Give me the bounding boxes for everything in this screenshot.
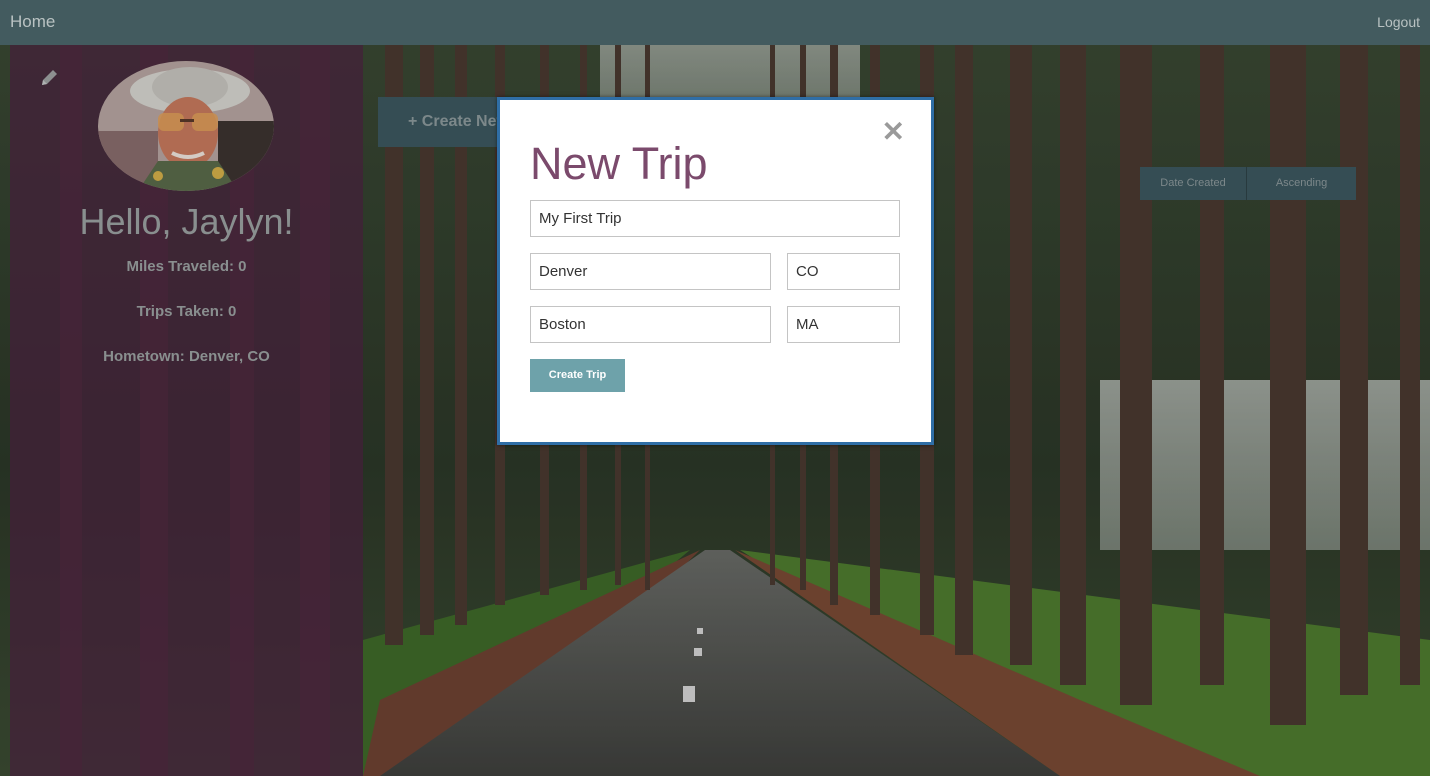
destination-state-input[interactable] [787,306,900,343]
destination-city-input[interactable] [530,306,771,343]
profile-greeting: Hello, Jaylyn! [79,201,294,242]
sort-controls: Date Created Ascending [1140,167,1356,200]
top-navbar: Home Logout [0,0,1430,45]
pencil-icon[interactable] [38,67,60,89]
trip-name-input[interactable] [530,200,900,237]
close-icon[interactable]: ✕ [882,118,905,146]
origin-state-input[interactable] [787,253,900,290]
stat-miles-traveled: Miles Traveled: 0 [126,258,247,275]
app-page: Home Logout Hello, Jaylyn! Miles Travele… [0,0,1430,776]
stat-trips-taken: Trips Taken: 0 [136,303,237,320]
sort-order-button[interactable]: Ascending [1247,167,1356,200]
origin-city-input[interactable] [530,253,771,290]
nav-home-link[interactable]: Home [10,12,55,32]
nav-logout-link[interactable]: Logout [1377,14,1420,30]
avatar [98,61,274,191]
stat-hometown: Hometown: Denver, CO [103,348,270,365]
create-trip-submit-button[interactable]: Create Trip [530,359,625,392]
new-trip-modal: ✕ New Trip Create Trip [497,97,934,445]
modal-title: New Trip [530,138,708,189]
avatar-photo [98,61,274,191]
profile-sidebar: Hello, Jaylyn! Miles Traveled: 0 Trips T… [10,45,363,776]
sort-field-button[interactable]: Date Created [1140,167,1247,200]
